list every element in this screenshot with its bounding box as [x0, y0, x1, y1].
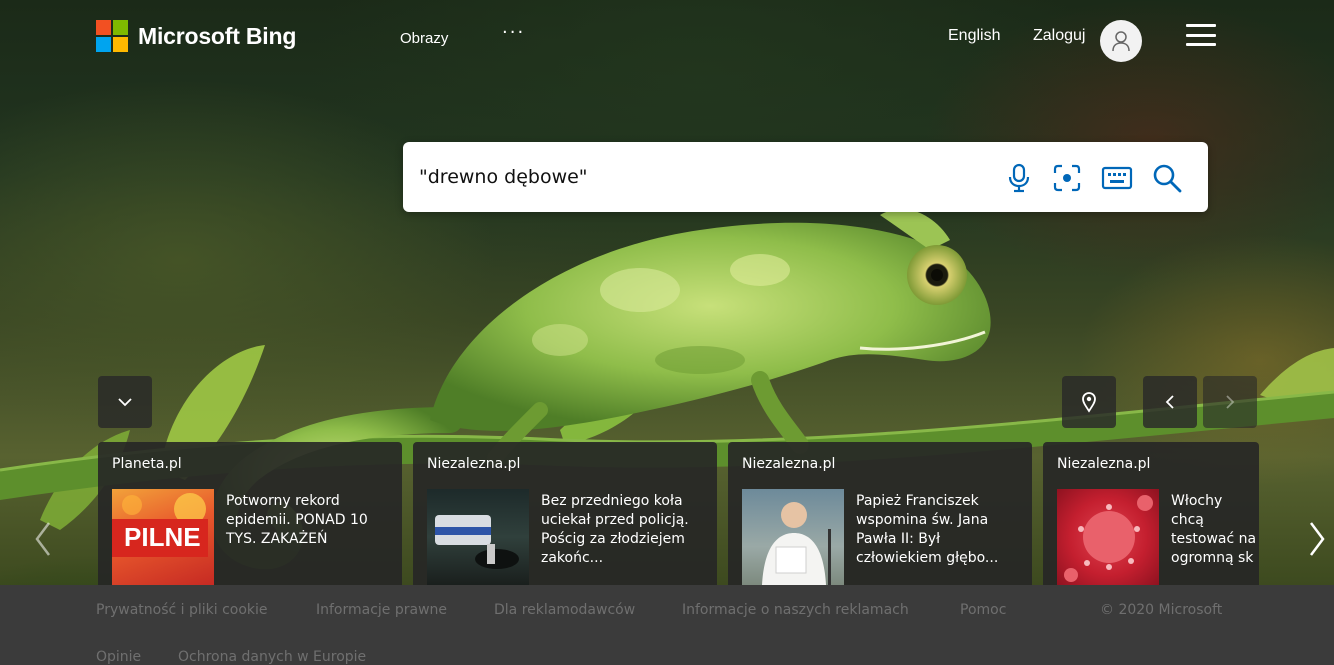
footer-link-about-ads[interactable]: Informacje o naszych reklamach — [682, 602, 909, 618]
news-card[interactable]: Niezalezna.pl Papież Franciszek wspomina… — [728, 442, 1032, 585]
next-image-button[interactable] — [1203, 376, 1257, 428]
search-input[interactable] — [419, 160, 979, 194]
microphone-icon[interactable] — [1003, 162, 1035, 194]
news-source: Planeta.pl — [112, 456, 182, 472]
search-icon[interactable] — [1151, 162, 1183, 194]
user-icon — [1112, 31, 1130, 52]
news-source: Niezalezna.pl — [742, 456, 836, 472]
news-source: Niezalezna.pl — [427, 456, 521, 472]
sign-in-link[interactable]: Zaloguj — [1033, 27, 1085, 45]
previous-image-button[interactable] — [1143, 376, 1197, 428]
news-headline: Włochy chcą testować na ogromną sk — [1171, 493, 1257, 566]
footer-link-privacy[interactable]: Prywatność i pliki cookie — [96, 602, 268, 618]
footer: Prywatność i pliki cookie Informacje pra… — [0, 585, 1334, 665]
brand-name: Microsoft Bing — [138, 22, 297, 49]
news-thumbnail — [427, 489, 529, 585]
news-card[interactable]: Planeta.pl PILNE Potworny rekord epidemi… — [98, 442, 402, 585]
chevron-right-icon — [1226, 395, 1235, 409]
avatar[interactable] — [1100, 20, 1142, 62]
footer-link-eu-privacy[interactable]: Ochrona danych w Europie — [178, 649, 366, 665]
news-thumbnail — [742, 489, 844, 585]
news-next-button[interactable] — [1302, 512, 1332, 566]
news-headline: Papież Franciszek wspomina św. Jana Pawł… — [856, 493, 999, 566]
news-source: Niezalezna.pl — [1057, 456, 1151, 472]
chevron-left-icon — [1165, 395, 1174, 409]
footer-link-legal[interactable]: Informacje prawne — [316, 602, 447, 618]
news-thumbnail — [1057, 489, 1159, 585]
bing-logo[interactable]: Microsoft Bing — [96, 20, 296, 52]
news-card[interactable]: Niezalezna.pl Włochy chcą testować na og… — [1043, 442, 1259, 585]
chevron-right-icon — [1310, 522, 1325, 556]
more-menu-icon[interactable]: ··· — [502, 22, 525, 43]
chevron-down-icon — [118, 398, 132, 407]
news-previous-button[interactable] — [28, 512, 58, 566]
footer-link-feedback[interactable]: Opinie — [96, 649, 141, 665]
location-pin-icon — [1082, 392, 1096, 413]
nav-link-images[interactable]: Obrazy — [400, 30, 448, 47]
language-link[interactable]: English — [948, 27, 1000, 45]
news-headline: Potworny rekord epidemii. PONAD 10 TYS. … — [226, 493, 368, 547]
search-box — [403, 142, 1208, 212]
news-headline: Bez przedniego koła uciekał przed policj… — [541, 493, 689, 566]
news-card[interactable]: Niezalezna.pl Bez przedniego koła ucieka… — [413, 442, 717, 585]
microsoft-logo-icon — [96, 20, 128, 52]
top-header: Microsoft Bing Obrazy ··· English Zalogu… — [0, 0, 1334, 80]
footer-link-help[interactable]: Pomoc — [960, 602, 1006, 618]
news-thumbnail: PILNE — [112, 489, 214, 585]
hamburger-menu-icon[interactable] — [1186, 24, 1216, 46]
location-button[interactable] — [1062, 376, 1116, 428]
footer-link-advertisers[interactable]: Dla reklamodawców — [494, 602, 635, 618]
bing-homepage: Microsoft Bing Obrazy ··· English Zalogu… — [0, 0, 1334, 665]
expand-chevron-button[interactable] — [98, 376, 152, 428]
chevron-left-icon — [35, 522, 50, 556]
visual-search-icon[interactable] — [1051, 162, 1083, 194]
copyright: © 2020 Microsoft — [1100, 602, 1223, 618]
thumbnail-caption: PILNE — [124, 522, 201, 552]
keyboard-icon[interactable] — [1101, 162, 1133, 194]
